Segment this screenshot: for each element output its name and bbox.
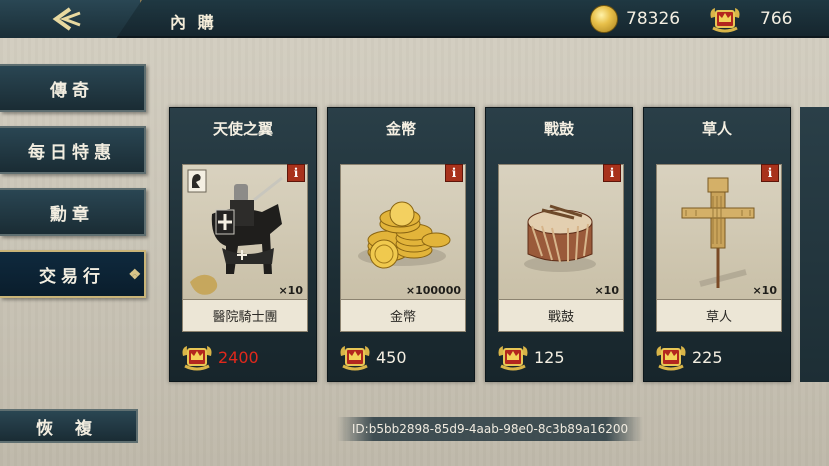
item-name: 醫院騎士團 [182,300,308,332]
menu-item-legend[interactable]: 傳奇 [0,64,146,112]
price-row: 2400 [180,341,259,373]
price-value: 2400 [218,347,259,367]
selected-arrow-icon: ❖ [128,267,146,283]
price-row: 450 [338,341,407,373]
product-title: 戰鼓 [543,120,574,138]
restore-button[interactable]: 恢 複 [0,409,138,443]
war-drum-icon [524,204,596,272]
menu-item-medals[interactable]: 勳章 [0,188,146,236]
menu-item-label: 交易行 [39,266,105,287]
back-button[interactable] [0,0,142,38]
menu-item-daily-deals[interactable]: 每日特惠 [0,126,146,174]
product-title: 金幣 [385,120,416,138]
gold-coins-icon [358,201,451,269]
crown-badge-icon [710,8,740,33]
product-card-angel-wings[interactable]: 天使之翼 i ×10 醫院騎士團 2400 [169,107,317,382]
crown-amount: 766 [760,9,793,29]
menu-item-label: 傳奇 [50,80,94,101]
knight-icon [187,169,283,295]
price-value: 450 [376,347,407,367]
restore-label: 恢 複 [36,418,100,439]
gold-coin-icon [590,5,618,33]
info-icon[interactable]: i [761,164,779,182]
quantity-label: ×10 [752,284,777,297]
crown-badge-icon [182,346,212,371]
product-card-scarecrow[interactable]: 草人 i ×10 草人 225 [643,107,791,382]
price-row: 225 [654,341,723,373]
product-card-gold-coins[interactable]: 金幣 i ×100000 金幣 450 [327,107,475,382]
crown-currency: 766 [708,4,792,34]
menu-item-trading-house[interactable]: 交易行 ❖ [0,250,146,298]
info-icon[interactable]: i [445,164,463,182]
crown-badge-icon [656,346,686,371]
user-id-text: ID:b5bb2898-85d9-4aab-98e0-8c3b89a16200 [351,422,629,436]
page-title: 內 購 [170,13,217,32]
menu-item-label: 勳章 [50,204,94,225]
quantity-label: ×10 [594,284,619,297]
next-card-edge [800,107,829,382]
item-name: 金幣 [340,300,466,332]
top-bar: 內 購 78326 766 [0,0,829,38]
menu-item-label: 每日特惠 [28,142,116,163]
product-card-war-drum[interactable]: 戰鼓 i ×10 戰鼓 125 [485,107,633,382]
item-name: 草人 [656,300,782,332]
gold-amount: 78326 [626,9,681,29]
crown-badge-icon [498,346,528,371]
quantity-label: ×100000 [405,284,461,297]
scarecrow-icon [681,177,755,288]
price-value: 225 [692,347,723,367]
user-id-bar: ID:b5bb2898-85d9-4aab-98e0-8c3b89a16200 [337,417,643,441]
price-value: 125 [534,347,565,367]
info-icon[interactable]: i [603,164,621,182]
product-title: 草人 [701,120,732,138]
quantity-label: ×10 [278,284,303,297]
crown-badge-icon [340,346,370,371]
item-name: 戰鼓 [498,300,624,332]
back-arrow-icon [52,7,81,31]
price-row: 125 [496,341,565,373]
info-icon[interactable]: i [287,164,305,182]
product-title: 天使之翼 [212,120,273,138]
gold-currency: 78326 [590,4,680,34]
